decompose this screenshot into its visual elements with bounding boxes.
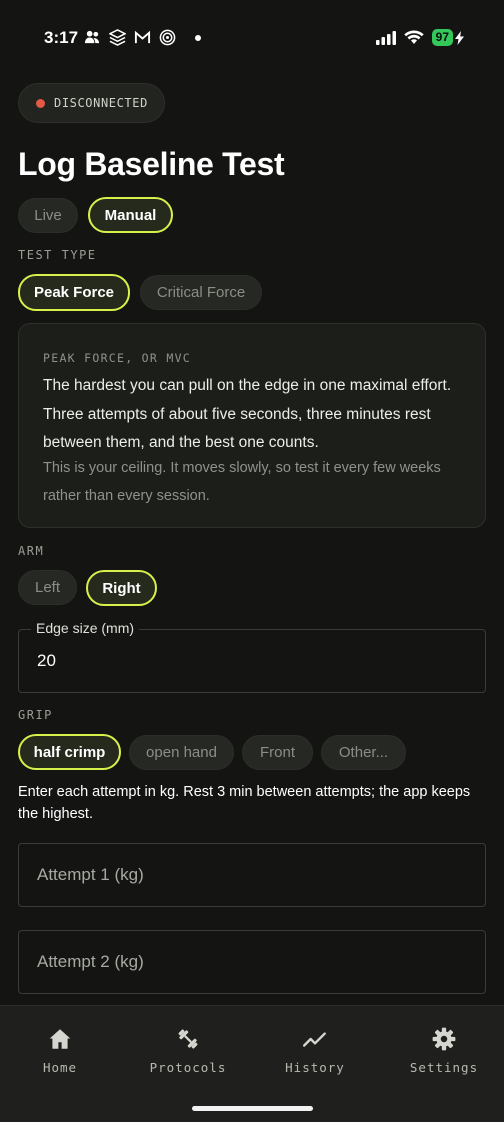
grip-open-hand[interactable]: open hand [129,735,234,770]
attempt-2-field[interactable] [18,930,486,994]
nav-tab-settings[interactable]: Settings [381,1006,504,1101]
info-card-title: PEAK FORCE, OR MVC [43,351,192,365]
grip-option-label: Other... [338,744,389,761]
wifi-icon [403,30,424,44]
charging-bolt-icon [455,30,464,45]
grip-option-label: Front [259,744,295,761]
mode-tab-label: Manual [104,206,157,224]
edge-size-label: Edge size (mm) [31,620,140,636]
dot-icon [195,34,201,41]
nav-tab-label: Settings [409,1060,479,1075]
gear-icon [432,1027,456,1051]
grip-option-label: open hand [146,744,217,761]
grip-label: GRIP [18,708,53,722]
bottom-tab-bar: Home Protocols History Settings [0,1005,504,1122]
test-type-option-label: Critical Force [156,284,246,301]
nav-tab-label: Protocols [149,1060,227,1075]
attempt-instructions: Enter each attempt in kg. Rest 3 min bet… [18,784,471,822]
dumbbell-icon [178,1029,198,1049]
status-dot-icon [36,98,45,108]
status-time: 3:17 [44,28,79,47]
test-info-card: PEAK FORCE, OR MVC The hardest you can p… [18,323,486,528]
attempt-1-input[interactable] [19,844,485,906]
test-type-peak-force[interactable]: Peak Force [18,274,130,311]
info-card-note: This is your ceiling. It moves slowly, s… [43,460,441,504]
edge-size-field[interactable]: Edge size (mm) 20 [18,620,486,693]
battery-level: 97 [431,29,453,46]
info-card-description: The hardest you can pull on the edge in … [43,377,452,451]
arm-right[interactable]: Right [86,570,157,606]
target-icon [159,29,176,46]
mode-tab-live[interactable]: Live [18,198,78,233]
page-title: Log Baseline Test [18,146,285,182]
grip-half-crimp[interactable]: half crimp [18,734,121,770]
arm-label: ARM [18,544,45,558]
home-icon [49,1029,71,1049]
arm-left[interactable]: Left [18,570,77,605]
arm-option-label: Left [34,579,61,596]
mode-tab-label: Live [34,207,62,224]
nav-tab-label: History [285,1060,345,1075]
nav-tab-protocols[interactable]: Protocols [125,1006,251,1101]
grip-other[interactable]: Other... [321,735,406,770]
trend-line-icon [302,1032,326,1047]
test-type-option-label: Peak Force [33,284,115,301]
gmail-icon [134,30,151,44]
home-indicator[interactable] [192,1106,313,1111]
battery-icon: 97 [431,29,464,46]
connection-status-badge[interactable]: DISCONNECTED [18,83,165,123]
attempt-2-input[interactable] [19,931,485,993]
arm-option-label: Right [102,579,141,597]
test-type-critical-force[interactable]: Critical Force [140,275,262,310]
attempt-1-field[interactable] [18,843,486,907]
test-type-label: TEST TYPE [18,248,97,262]
nav-tab-label: Home [42,1060,78,1075]
layers-icon [109,29,126,46]
grip-front[interactable]: Front [242,735,313,770]
edge-size-value: 20 [37,651,56,670]
status-bar: 3:17 97 [0,0,504,74]
connection-status-text: DISCONNECTED [54,96,148,110]
status-indicators: 97 [375,29,464,46]
status-app-icons [84,29,202,46]
signal-icon [375,30,396,45]
mode-tab-manual[interactable]: Manual [88,197,173,233]
users-icon [84,30,100,44]
nav-tab-home[interactable]: Home [0,1006,123,1101]
grip-option-label: half crimp [33,743,106,761]
nav-tab-history[interactable]: History [252,1006,378,1101]
